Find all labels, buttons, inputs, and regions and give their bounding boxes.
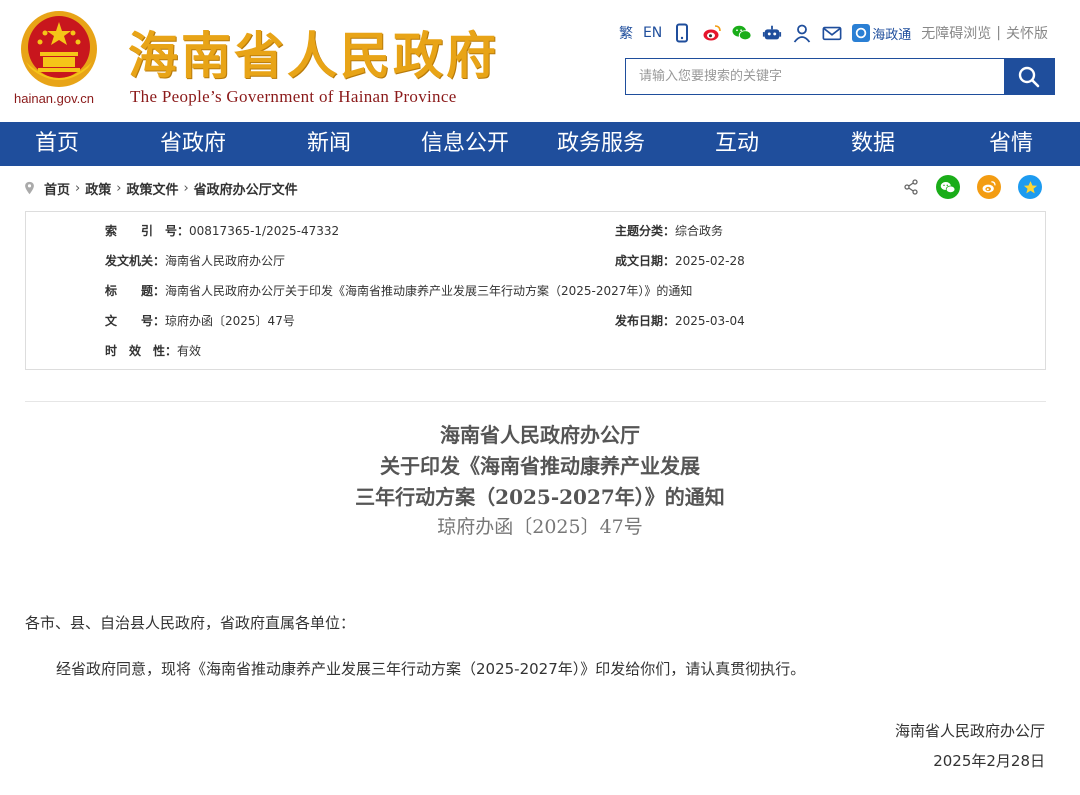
meta-pub-date-value: 2025-03-04 <box>675 314 745 328</box>
breadcrumb-policy[interactable]: 政策 <box>85 179 111 198</box>
search-icon <box>1018 66 1040 87</box>
share-qzone-button[interactable] <box>1018 175 1042 199</box>
meta-validity-label: 时 效 性： <box>105 344 178 358</box>
meta-category-value: 综合政务 <box>675 224 724 238</box>
meta-date-made-label: 成文日期： <box>615 254 676 268</box>
main-nav: 首页 省政府 新闻 信息公开 政务服务 互动 数据 省情 <box>0 122 1080 166</box>
meta-pub-date: 发布日期：2025-03-04 <box>615 313 745 329</box>
meta-docno-value: 琼府办函〔2025〕47号 <box>165 314 295 328</box>
breadcrumb-separator: › <box>116 180 122 196</box>
doc-paragraph: 经省政府同意，现将《海南省推动康养产业发展三年行动方案（2025-2027年）》… <box>56 660 806 678</box>
meta-category-label: 主题分类： <box>615 224 676 238</box>
search-bar <box>625 58 1055 95</box>
nav-gov-services[interactable]: 政务服务 <box>548 122 654 166</box>
traditional-chinese-link[interactable]: 繁 <box>619 22 633 44</box>
breadcrumb-separator: › <box>183 180 189 196</box>
meta-title-value: 海南省人民政府办公厅关于印发《海南省推动康养产业发展三年行动方案（2025-20… <box>165 284 693 298</box>
breadcrumb-home[interactable]: 首页 <box>44 179 70 198</box>
site-header: hainan.gov.cn 海南省人民政府 The People’s Gover… <box>0 0 1080 122</box>
nav-news[interactable]: 新闻 <box>296 122 362 166</box>
haizhengtong-label: 海政通 <box>872 27 912 43</box>
robot-icon[interactable] <box>762 22 782 44</box>
weibo-icon <box>982 181 996 193</box>
meta-issuer: 发文机关：海南省人民政府办公厅 <box>105 253 285 269</box>
meta-index-value: 00817365-1/2025-47332 <box>189 224 340 238</box>
wechat-icon <box>940 181 956 193</box>
share-bar <box>903 175 1042 199</box>
haizhengtong-link[interactable]: 海政通 <box>852 22 911 44</box>
mail-icon[interactable] <box>822 22 842 44</box>
search-input[interactable] <box>626 59 1004 94</box>
meta-date-made: 成文日期：2025-02-28 <box>615 253 745 269</box>
breadcrumb-policy-docs[interactable]: 政策文件 <box>126 179 178 198</box>
doc-salutation: 各市、县、自治县人民政府，省政府直属各单位： <box>25 614 356 632</box>
meta-validity: 时 效 性：有效 <box>105 343 201 359</box>
meta-index-label: 索 引 号： <box>105 224 190 238</box>
site-title[interactable]: 海南省人民政府 <box>128 16 499 88</box>
meta-docno-label: 文 号： <box>105 314 166 328</box>
document-metadata-box: 索 引 号：00817365-1/2025-47332 主题分类：综合政务 发文… <box>25 211 1046 370</box>
breadcrumb-separator: › <box>75 180 81 196</box>
breadcrumb-office-docs[interactable]: 省政府办公厅文件 <box>194 179 298 198</box>
meta-date-made-value: 2025-02-28 <box>675 254 745 268</box>
meta-title-label: 标 题： <box>105 284 166 298</box>
site-subtitle: The People’s Government of Hainan Provin… <box>130 87 457 106</box>
english-link[interactable]: EN <box>643 22 662 44</box>
meta-validity-value: 有效 <box>177 344 202 358</box>
qzone-icon <box>1023 180 1037 193</box>
nav-home[interactable]: 首页 <box>20 122 94 166</box>
content-divider <box>25 401 1046 402</box>
wechat-icon[interactable] <box>732 22 752 44</box>
nav-province-info[interactable]: 省情 <box>978 122 1044 166</box>
nav-province-gov[interactable]: 省政府 <box>148 122 238 166</box>
user-icon[interactable] <box>792 22 812 44</box>
location-icon <box>25 181 34 195</box>
accessible-link[interactable]: 无障碍浏览 <box>921 22 991 44</box>
meta-issuer-value: 海南省人民政府办公厅 <box>165 254 286 268</box>
haizhengtong-icon <box>852 24 871 42</box>
breadcrumb: 首页 › 政策 › 政策文件 › 省政府办公厅文件 <box>24 178 298 198</box>
doc-title-line-1: 海南省人民政府办公厅 <box>440 423 640 447</box>
share-icon[interactable] <box>903 179 919 195</box>
doc-title-line-2: 关于印发《海南省推动康养产业发展 <box>380 454 700 478</box>
share-wechat-button[interactable] <box>936 175 960 199</box>
meta-issuer-label: 发文机关： <box>105 254 166 268</box>
toolbar-separator: | <box>996 25 1001 41</box>
nav-data[interactable]: 数据 <box>840 122 906 166</box>
doc-signature: 海南省人民政府办公厅 <box>894 722 1045 740</box>
meta-docno: 文 号：琼府办函〔2025〕47号 <box>105 313 295 329</box>
site-domain: hainan.gov.cn <box>14 91 94 106</box>
meta-pub-date-label: 发布日期： <box>615 314 676 328</box>
care-mode-link[interactable]: 关怀版 <box>1006 22 1048 44</box>
meta-title: 标 题：海南省人民政府办公厅关于印发《海南省推动康养产业发展三年行动方案（202… <box>105 283 692 299</box>
nav-info-disclosure[interactable]: 信息公开 <box>412 122 518 166</box>
meta-category: 主题分类：综合政务 <box>615 223 723 239</box>
search-button[interactable] <box>1004 59 1054 94</box>
mobile-icon[interactable] <box>672 22 692 44</box>
meta-index: 索 引 号：00817365-1/2025-47332 <box>105 223 339 239</box>
document-heading: 海南省人民政府办公厅 关于印发《海南省推动康养产业发展 三年行动方案（2025-… <box>0 420 1080 542</box>
header-toolbar: 繁 EN 海政通 无障碍浏览 | 关怀版 <box>619 22 1048 44</box>
weibo-icon[interactable] <box>702 22 722 44</box>
share-weibo-button[interactable] <box>977 175 1001 199</box>
nav-interaction[interactable]: 互动 <box>704 122 770 166</box>
doc-number: 琼府办函〔2025〕47号 <box>437 516 643 538</box>
doc-sign-date: 2025年2月28日 <box>933 752 1045 770</box>
national-emblem-icon[interactable] <box>18 8 100 90</box>
doc-title-line-3: 三年行动方案（2025-2027年）》的通知 <box>355 485 725 509</box>
